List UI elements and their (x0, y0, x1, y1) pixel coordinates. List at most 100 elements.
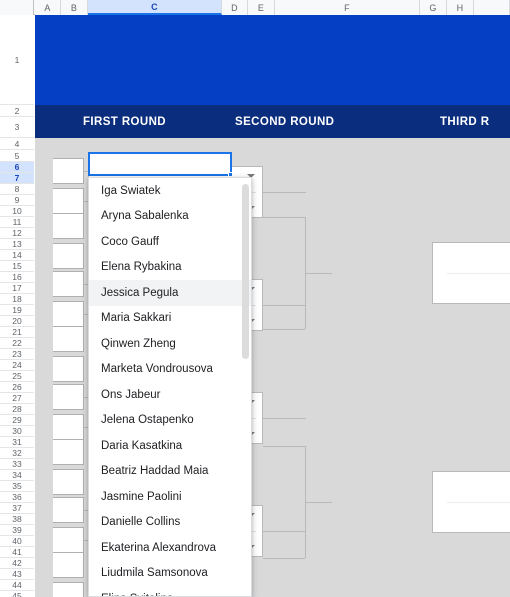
dropdown-option[interactable]: Jelena Ostapenko (89, 408, 251, 434)
bracket-connector (263, 558, 305, 559)
row-header-5[interactable]: 5 (0, 150, 34, 162)
row-header-25[interactable]: 25 (0, 371, 34, 382)
row-header-30[interactable]: 30 (0, 426, 34, 437)
autocomplete-dropdown[interactable]: Iga Swiatek Aryna Sabalenka Coco Gauff Elen… (88, 177, 252, 597)
dropdown-option[interactable]: Elena Rybakina (89, 255, 251, 281)
row-header-24[interactable]: 24 (0, 360, 34, 371)
seed-cell[interactable] (53, 356, 84, 382)
row-header-23[interactable]: 23 (0, 349, 34, 360)
seed-cell[interactable] (53, 301, 84, 327)
row-header-9[interactable]: 9 (0, 195, 34, 206)
column-header-a[interactable]: A (35, 0, 61, 15)
column-header-f[interactable]: F (275, 0, 420, 15)
dropdown-option[interactable]: Ekaterina Alexandrova (89, 535, 251, 561)
row-header-36[interactable]: 36 (0, 492, 34, 503)
row-header-43[interactable]: 43 (0, 569, 34, 580)
dropdown-scrollbar-thumb[interactable] (242, 184, 249, 359)
seed-cell[interactable] (53, 158, 84, 184)
row-header-21[interactable]: 21 (0, 327, 34, 338)
row-header-42[interactable]: 42 (0, 558, 34, 569)
row-header-34[interactable]: 34 (0, 470, 34, 481)
row-header-17[interactable]: 17 (0, 283, 34, 294)
dropdown-option[interactable]: Liudmila Samsonova (89, 561, 251, 587)
dropdown-option[interactable]: Danielle Collins (89, 510, 251, 536)
row-header-41[interactable]: 41 (0, 547, 34, 558)
row-header-13[interactable]: 13 (0, 239, 34, 250)
seed-cell[interactable] (53, 439, 84, 465)
third-round-match-box[interactable] (432, 242, 510, 304)
bracket-connector (263, 192, 305, 193)
seed-cell[interactable] (53, 582, 84, 597)
dropdown-option[interactable]: Beatriz Haddad Maia (89, 459, 251, 485)
row-header-12[interactable]: 12 (0, 228, 34, 239)
column-header-c[interactable]: C (88, 0, 222, 15)
row-header-39[interactable]: 39 (0, 525, 34, 536)
seed-cell[interactable] (53, 271, 84, 297)
dropdown-option[interactable]: Qinwen Zheng (89, 331, 251, 357)
row-header-4[interactable]: 4 (0, 138, 34, 150)
dropdown-option[interactable]: Daria Kasatkina (89, 433, 251, 459)
dropdown-option[interactable]: Jessica Pegula (89, 280, 251, 306)
row-header-8[interactable]: 8 (0, 184, 34, 195)
row-header-15[interactable]: 15 (0, 261, 34, 272)
dropdown-option[interactable]: Maria Sakkari (89, 306, 251, 332)
column-header-g[interactable]: G (420, 0, 447, 15)
row-header-35[interactable]: 35 (0, 481, 34, 492)
seed-cell[interactable] (53, 497, 84, 523)
row-header-16[interactable]: 16 (0, 272, 34, 283)
row-header-28[interactable]: 28 (0, 404, 34, 415)
row-header-44[interactable]: 44 (0, 580, 34, 591)
row-header-22[interactable]: 22 (0, 338, 34, 349)
row-header-7[interactable]: 7 (0, 173, 34, 184)
row-header-19[interactable]: 19 (0, 305, 34, 316)
row-header-3[interactable]: 3 (0, 117, 34, 138)
row-header-29[interactable]: 29 (0, 415, 34, 426)
dropdown-option[interactable]: Aryna Sabalenka (89, 204, 251, 230)
bracket-connector (263, 305, 305, 306)
dropdown-option[interactable]: Elina Svitolina (89, 586, 251, 596)
dropdown-option[interactable]: Jasmine Paolini (89, 484, 251, 510)
seed-cell[interactable] (53, 552, 84, 578)
seed-cell[interactable] (53, 384, 84, 410)
row-header-18[interactable]: 18 (0, 294, 34, 305)
bracket-connector (263, 446, 305, 447)
column-header-d[interactable]: D (222, 0, 248, 15)
row-header-31[interactable]: 31 (0, 437, 34, 448)
row-header-10[interactable]: 10 (0, 206, 34, 217)
bracket-connector (263, 531, 305, 532)
dropdown-option[interactable]: Iga Swiatek (89, 178, 251, 204)
row-header-27[interactable]: 27 (0, 393, 34, 404)
row-header-26[interactable]: 26 (0, 382, 34, 393)
row-header-14[interactable]: 14 (0, 250, 34, 261)
select-all-corner[interactable] (0, 0, 34, 15)
seed-cell[interactable] (53, 527, 84, 553)
column-header-b[interactable]: B (61, 0, 88, 15)
dropdown-option[interactable]: Coco Gauff (89, 229, 251, 255)
spreadsheet-app: FIRST ROUND SECOND ROUND THIRD R 123456789… (0, 0, 510, 597)
dropdown-option[interactable]: Marketa Vondrousova (89, 357, 251, 383)
seed-cell[interactable] (53, 213, 84, 239)
row-header-37[interactable]: 37 (0, 503, 34, 514)
row-header-45[interactable]: 45 (0, 591, 34, 597)
seed-cell[interactable] (53, 469, 84, 495)
row-header-2[interactable]: 2 (0, 105, 34, 117)
active-cell-c6[interactable] (88, 152, 233, 177)
match-divider (447, 502, 510, 503)
row-header-6[interactable]: 6 (0, 162, 34, 173)
column-header-h[interactable]: H (447, 0, 474, 15)
seed-cell[interactable] (53, 188, 84, 214)
column-header-blank[interactable] (474, 0, 510, 15)
seed-cell[interactable] (53, 243, 84, 269)
row-header-32[interactable]: 32 (0, 448, 34, 459)
row-header-20[interactable]: 20 (0, 316, 34, 327)
column-header-e[interactable]: E (248, 0, 275, 15)
row-header-38[interactable]: 38 (0, 514, 34, 525)
row-header-1[interactable]: 1 (0, 15, 34, 105)
seed-cell[interactable] (53, 326, 84, 352)
third-round-match-box[interactable] (432, 471, 510, 533)
row-header-11[interactable]: 11 (0, 217, 34, 228)
seed-cell[interactable] (53, 414, 84, 440)
dropdown-option[interactable]: Ons Jabeur (89, 382, 251, 408)
row-header-33[interactable]: 33 (0, 459, 34, 470)
row-header-40[interactable]: 40 (0, 536, 34, 547)
